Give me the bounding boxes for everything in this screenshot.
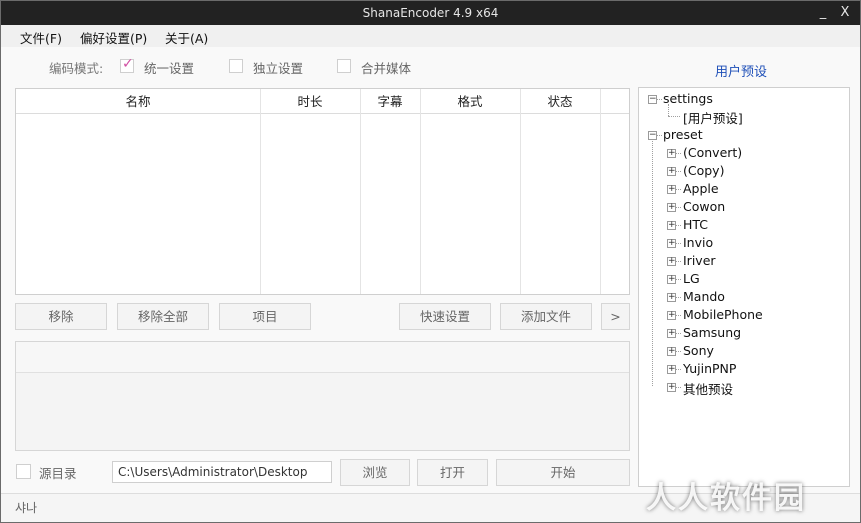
table-header: 名称 时长 字幕 格式 状态 bbox=[16, 89, 629, 114]
user-preset-title: 用户预设 bbox=[714, 65, 767, 80]
open-button[interactable]: 打开 bbox=[417, 459, 488, 486]
column-divider bbox=[520, 89, 521, 294]
collapse-icon[interactable]: − bbox=[648, 131, 657, 140]
encode-mode-label: 编码模式: bbox=[49, 61, 104, 76]
quick-settings-button[interactable]: 快速设置 bbox=[399, 303, 491, 330]
tree-line bbox=[676, 189, 681, 190]
expand-icon[interactable]: + bbox=[667, 311, 676, 320]
column-divider bbox=[360, 89, 361, 294]
unified-settings-label: 统一设置 bbox=[144, 61, 195, 76]
column-divider bbox=[600, 89, 601, 294]
status-text: 샤나 bbox=[15, 501, 38, 515]
log-panel bbox=[15, 341, 630, 451]
expand-icon[interactable]: + bbox=[667, 365, 676, 374]
add-file-button[interactable]: 添加文件 bbox=[500, 303, 592, 330]
expand-icon[interactable]: + bbox=[667, 293, 676, 302]
tree-line bbox=[676, 351, 681, 352]
tree-line bbox=[676, 243, 681, 244]
tree-node-preset-child[interactable]: Samsung bbox=[683, 325, 741, 340]
column-status[interactable]: 状态 bbox=[520, 89, 600, 114]
start-button[interactable]: 开始 bbox=[496, 459, 630, 486]
preset-tree[interactable]: − settings [用户预设] − preset + (Convert) + (C… bbox=[638, 87, 850, 487]
column-subtitle[interactable]: 字幕 bbox=[360, 89, 420, 114]
menu-bar: 文件(F) 偏好设置(P) 关于(A) bbox=[1, 25, 860, 47]
main-window: ShanaEncoder 4.9 x64 _ X 文件(F) 偏好设置(P) 关… bbox=[0, 0, 861, 523]
expand-icon[interactable]: + bbox=[667, 167, 676, 176]
expand-icon[interactable]: + bbox=[667, 185, 676, 194]
menu-preferences[interactable]: 偏好设置(P) bbox=[80, 28, 147, 47]
expand-icon[interactable]: + bbox=[667, 203, 676, 212]
tree-line bbox=[676, 153, 681, 154]
expand-icon[interactable]: + bbox=[667, 221, 676, 230]
expand-icon[interactable]: + bbox=[667, 149, 676, 158]
source-dir-checkbox[interactable] bbox=[16, 464, 31, 479]
column-divider bbox=[420, 89, 421, 294]
more-button[interactable]: > bbox=[601, 303, 630, 330]
column-name[interactable]: 名称 bbox=[16, 89, 260, 114]
tree-line bbox=[657, 135, 662, 136]
progress-row bbox=[16, 342, 629, 373]
tree-node-preset-child[interactable]: LG bbox=[683, 271, 700, 286]
tree-line bbox=[676, 261, 681, 262]
tree-node-settings[interactable]: settings bbox=[663, 91, 713, 106]
tree-line bbox=[676, 315, 681, 316]
expand-icon[interactable]: + bbox=[667, 239, 676, 248]
tree-node-preset-child[interactable]: Mando bbox=[683, 289, 725, 304]
tree-node-preset-child[interactable]: HTC bbox=[683, 217, 708, 232]
column-duration[interactable]: 时长 bbox=[260, 89, 360, 114]
tree-line bbox=[676, 171, 681, 172]
tree-node-preset-child[interactable]: Invio bbox=[683, 235, 713, 250]
item-button[interactable]: 项目 bbox=[219, 303, 311, 330]
column-divider bbox=[260, 89, 261, 294]
minimize-button[interactable]: _ bbox=[813, 4, 833, 22]
merge-media-checkbox[interactable] bbox=[337, 59, 351, 73]
tree-node-preset-child[interactable]: Sony bbox=[683, 343, 714, 358]
output-path-input[interactable] bbox=[112, 461, 332, 483]
expand-icon[interactable]: + bbox=[667, 383, 676, 392]
unified-settings-checkbox[interactable]: ✓ bbox=[120, 56, 134, 73]
expand-icon[interactable]: + bbox=[667, 329, 676, 338]
merge-media-label: 合并媒体 bbox=[361, 61, 412, 76]
title-bar: ShanaEncoder 4.9 x64 _ X bbox=[1, 1, 860, 25]
remove-all-button[interactable]: 移除全部 bbox=[117, 303, 209, 330]
checkmark-icon: ✓ bbox=[122, 56, 134, 72]
expand-icon[interactable]: + bbox=[667, 257, 676, 266]
tree-node-preset-child[interactable]: Iriver bbox=[683, 253, 716, 268]
file-table[interactable]: 名称 时长 字幕 格式 状态 bbox=[15, 88, 630, 295]
tree-line bbox=[676, 225, 681, 226]
tree-node-preset[interactable]: preset bbox=[663, 127, 703, 142]
tree-node-preset-child[interactable]: MobilePhone bbox=[683, 307, 763, 322]
window-title: ShanaEncoder 4.9 x64 bbox=[362, 6, 499, 20]
individual-settings-checkbox[interactable] bbox=[229, 59, 243, 73]
watermark-logo: 人人软件园 bbox=[646, 481, 806, 516]
menu-file[interactable]: 文件(F) bbox=[20, 28, 62, 47]
tree-line bbox=[657, 99, 662, 100]
tree-line bbox=[676, 333, 681, 334]
tree-node-preset-child[interactable]: (Copy) bbox=[683, 163, 724, 178]
tree-node-preset-child[interactable]: Cowon bbox=[683, 199, 725, 214]
tree-line bbox=[676, 387, 681, 388]
tree-line bbox=[676, 369, 681, 370]
individual-settings-label: 独立设置 bbox=[253, 61, 304, 76]
tree-line bbox=[676, 279, 681, 280]
tree-node-preset-child[interactable]: YujinPNP bbox=[683, 361, 736, 376]
close-button[interactable]: X bbox=[835, 4, 855, 22]
tree-line bbox=[676, 297, 681, 298]
tree-node-user-preset[interactable]: [用户预设] bbox=[683, 108, 743, 127]
collapse-icon[interactable]: − bbox=[648, 95, 657, 104]
expand-icon[interactable]: + bbox=[667, 347, 676, 356]
browse-button[interactable]: 浏览 bbox=[340, 459, 410, 486]
column-format[interactable]: 格式 bbox=[420, 89, 520, 114]
remove-button[interactable]: 移除 bbox=[15, 303, 107, 330]
expand-icon[interactable]: + bbox=[667, 275, 676, 284]
menu-about[interactable]: 关于(A) bbox=[165, 28, 208, 47]
tree-node-preset-child[interactable]: 其他预设 bbox=[683, 379, 733, 398]
tree-line bbox=[668, 104, 669, 116]
tree-node-preset-child[interactable]: (Convert) bbox=[683, 145, 742, 160]
tree-line bbox=[668, 116, 680, 117]
tree-line bbox=[652, 141, 653, 386]
source-dir-label: 源目录 bbox=[39, 466, 77, 481]
tree-node-preset-child[interactable]: Apple bbox=[683, 181, 719, 196]
tree-line bbox=[676, 207, 681, 208]
